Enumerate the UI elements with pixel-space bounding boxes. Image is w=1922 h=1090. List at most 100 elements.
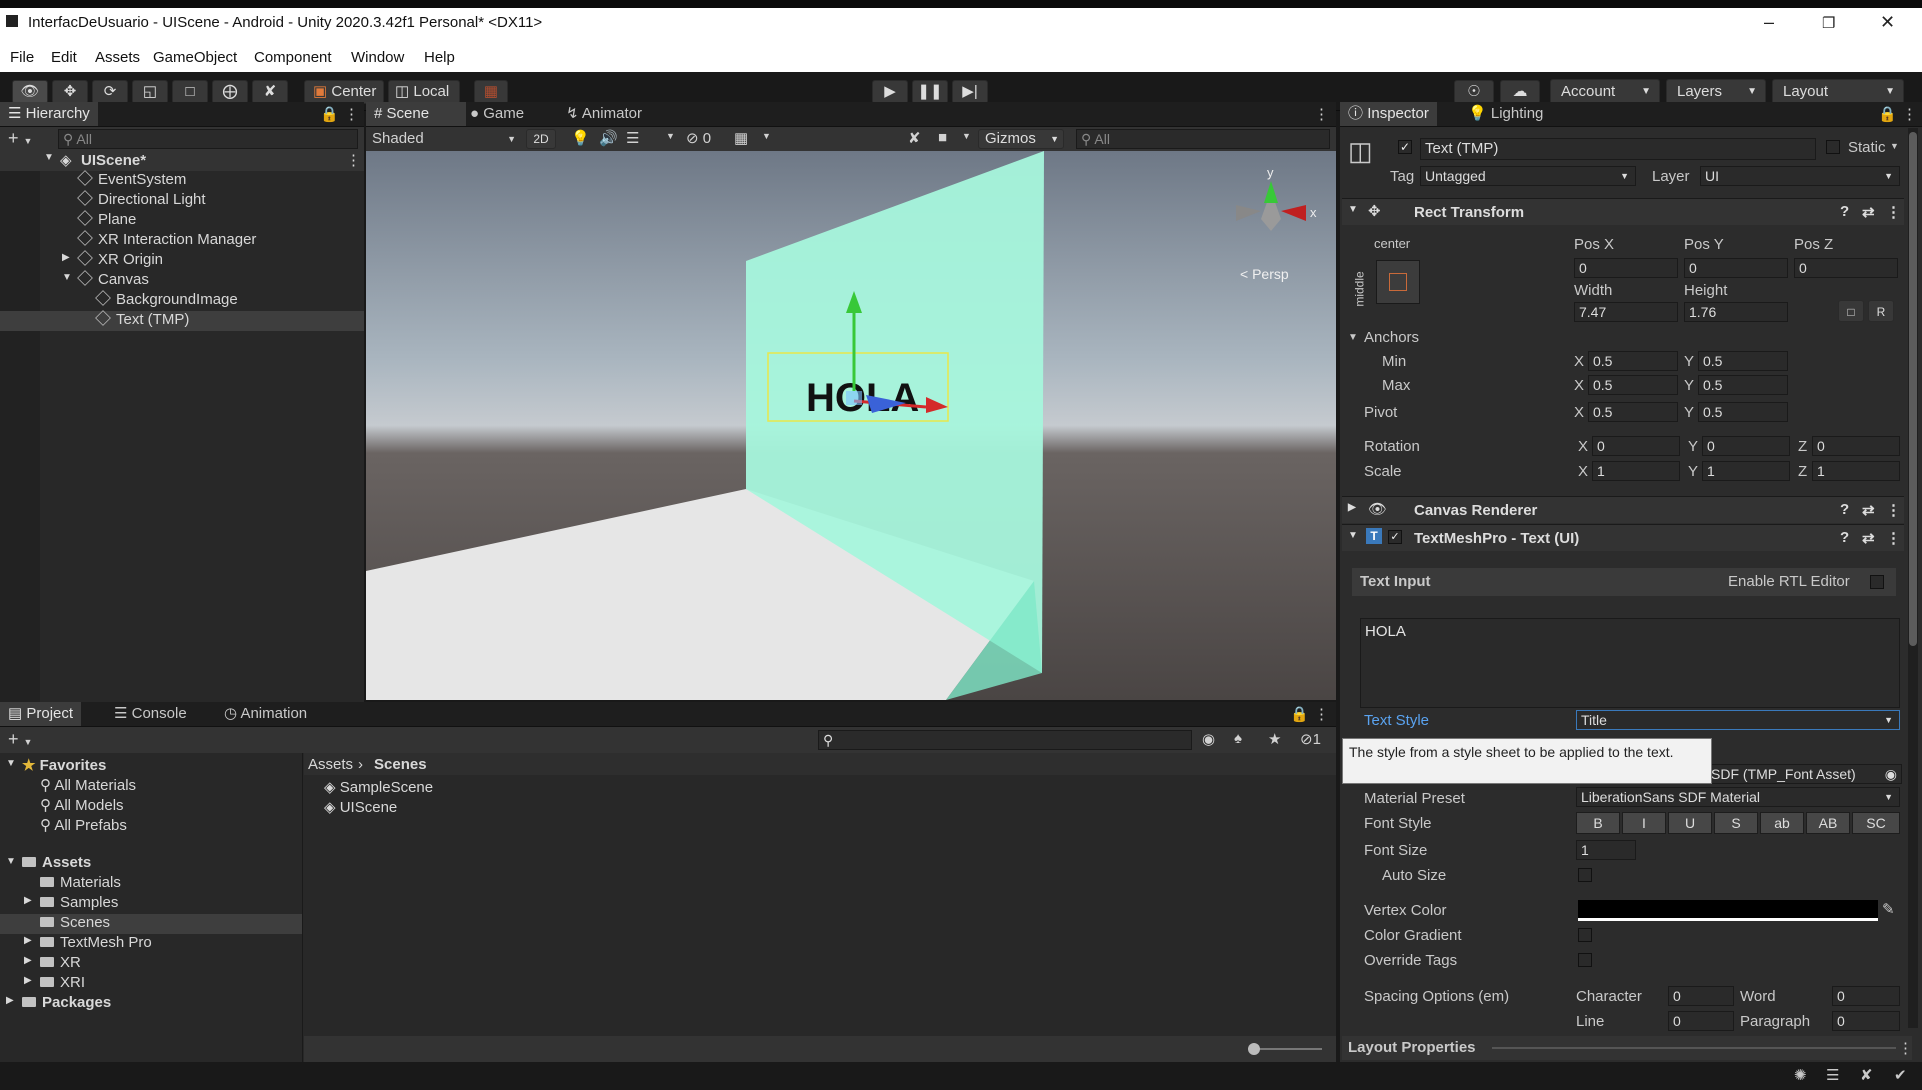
hidden-objects-icon[interactable]: ⊘ 0 bbox=[686, 129, 711, 147]
rtl-editor-checkbox[interactable] bbox=[1870, 575, 1884, 589]
tmp-enabled-checkbox[interactable]: ✓ bbox=[1388, 530, 1402, 544]
smallcaps-button[interactable]: SC bbox=[1852, 812, 1900, 834]
static-label[interactable]: Static bbox=[1848, 139, 1886, 156]
pause-button[interactable]: ❚❚ bbox=[912, 80, 948, 104]
menu-gameobject[interactable]: GameObject bbox=[153, 49, 237, 66]
step-button[interactable]: ▶| bbox=[952, 80, 988, 104]
list-item[interactable]: ◈ UIScene bbox=[324, 798, 397, 816]
list-item[interactable]: XR Interaction Manager bbox=[77, 230, 256, 248]
anchors-label[interactable]: Anchors bbox=[1364, 329, 1419, 346]
tab-hierarchy[interactable]: ☰ Hierarchy bbox=[0, 102, 98, 126]
camera-icon[interactable]: ■ bbox=[938, 129, 947, 146]
override-tags-checkbox[interactable] bbox=[1578, 953, 1592, 967]
list-item[interactable]: Directional Light bbox=[77, 190, 206, 208]
tab-console[interactable]: ☰ Console bbox=[106, 702, 195, 726]
add-button[interactable]: + ▼ bbox=[8, 128, 32, 149]
scale-tool-button[interactable]: ◱ bbox=[132, 80, 168, 104]
cloud-button[interactable]: ☁ bbox=[1500, 80, 1540, 104]
layers-icon[interactable]: ☰ bbox=[1826, 1066, 1839, 1084]
collapse-arrow-icon[interactable]: ▼ bbox=[1348, 530, 1358, 541]
static-checkbox[interactable] bbox=[1826, 140, 1840, 154]
underline-button[interactable]: U bbox=[1668, 812, 1712, 834]
list-item[interactable]: EventSystem bbox=[77, 170, 186, 188]
pos-y-input[interactable]: 0 bbox=[1684, 258, 1788, 278]
add-button[interactable]: + ▼ bbox=[8, 729, 32, 750]
anchor-max-y-input[interactable]: 0.5 bbox=[1698, 375, 1788, 395]
list-item[interactable]: ⚲ All Prefabs bbox=[40, 816, 127, 834]
grid-toggle-icon[interactable]: ▦ bbox=[734, 129, 748, 147]
paragraph-spacing-input[interactable]: 0 bbox=[1832, 1011, 1900, 1031]
anchor-max-x-input[interactable]: 0.5 bbox=[1588, 375, 1678, 395]
kebab-menu-icon[interactable]: ⋮ bbox=[344, 105, 359, 123]
expand-arrow-icon[interactable]: ▶ bbox=[24, 895, 32, 906]
grid-snap-button[interactable]: ▦ bbox=[474, 80, 508, 104]
kebab-menu-icon[interactable]: ⋮ bbox=[1902, 105, 1917, 123]
strikethrough-button[interactable]: S bbox=[1714, 812, 1758, 834]
collapse-arrow-icon[interactable]: ▼ bbox=[6, 856, 16, 867]
raw-edit-button[interactable]: R bbox=[1868, 300, 1894, 322]
lowercase-button[interactable]: ab bbox=[1760, 812, 1804, 834]
gizmos-dropdown[interactable]: Gizmos ▼ bbox=[978, 129, 1064, 149]
tmp-header[interactable]: ▼ T ✓ TextMeshPro - Text (UI) ? ⇄ ⋮ bbox=[1342, 524, 1904, 551]
line-spacing-input[interactable]: 0 bbox=[1668, 1011, 1734, 1031]
effects-icon[interactable]: ☰ bbox=[626, 129, 639, 147]
assets-row[interactable]: Assets bbox=[22, 854, 91, 871]
collapse-arrow-icon[interactable]: ▼ bbox=[1348, 204, 1358, 215]
expand-arrow-icon[interactable]: ▶ bbox=[1348, 502, 1356, 513]
hidden-packages-icon[interactable]: ⊘1 bbox=[1300, 730, 1321, 748]
filter-type-icon[interactable]: ◉ bbox=[1202, 730, 1215, 748]
layout-properties-header[interactable]: Layout Properties ⋮ bbox=[1342, 1036, 1913, 1060]
list-item[interactable]: Canvas bbox=[77, 270, 149, 288]
collapse-arrow-icon[interactable]: ▼ bbox=[62, 272, 72, 283]
anchor-min-x-input[interactable]: 0.5 bbox=[1588, 351, 1678, 371]
expand-arrow-icon[interactable]: ▶ bbox=[6, 995, 14, 1006]
active-checkbox[interactable]: ✓ bbox=[1398, 140, 1412, 154]
breadcrumb-scenes[interactable]: Scenes bbox=[374, 756, 427, 773]
scale-z-input[interactable]: 1 bbox=[1812, 461, 1900, 481]
rotation-y-input[interactable]: 0 bbox=[1702, 436, 1790, 456]
scene-viewport[interactable]: HOLA y x < Persp bbox=[366, 151, 1336, 700]
vertex-color-swatch[interactable] bbox=[1578, 900, 1878, 921]
list-item[interactable]: BackgroundImage bbox=[95, 290, 238, 308]
chevron-down-icon[interactable]: ▼ bbox=[762, 131, 771, 141]
tab-lighting[interactable]: 💡 Lighting bbox=[1460, 102, 1551, 126]
text-style-dropdown[interactable]: Title ▼ bbox=[1576, 710, 1900, 730]
scene-menu-icon[interactable]: ⋮ bbox=[346, 151, 361, 169]
anchor-presets-button[interactable] bbox=[1376, 260, 1420, 304]
menu-help[interactable]: Help bbox=[424, 49, 455, 66]
list-item[interactable]: Scenes bbox=[40, 914, 110, 931]
scale-x-input[interactable]: 1 bbox=[1592, 461, 1680, 481]
shading-dropdown[interactable]: Shaded ▼ bbox=[372, 129, 520, 149]
star-icon[interactable]: ★ bbox=[1268, 730, 1281, 748]
list-item[interactable]: ⚲ All Models bbox=[40, 796, 124, 814]
layer-dropdown[interactable]: UI ▼ bbox=[1700, 166, 1900, 186]
font-size-input[interactable]: 1 bbox=[1576, 840, 1636, 860]
preset-icon[interactable]: ⇄ bbox=[1862, 203, 1875, 221]
kebab-menu-icon[interactable]: ⋮ bbox=[1314, 105, 1329, 123]
preset-icon[interactable]: ⇄ bbox=[1862, 501, 1875, 519]
tab-project[interactable]: ▤ Project bbox=[0, 702, 82, 726]
pivot-handle-icon[interactable] bbox=[846, 391, 862, 405]
expand-arrow-icon[interactable]: ▶ bbox=[24, 955, 32, 966]
breadcrumb-assets[interactable]: Assets bbox=[308, 756, 353, 773]
inspector-scrollbar-thumb[interactable] bbox=[1909, 132, 1917, 646]
chevron-down-icon[interactable]: ▼ bbox=[962, 131, 971, 141]
list-item[interactable]: Plane bbox=[77, 210, 136, 228]
zoom-slider[interactable] bbox=[1252, 1048, 1322, 1050]
rect-tool-button[interactable]: □ bbox=[172, 80, 208, 104]
rotation-x-input[interactable]: 0 bbox=[1592, 436, 1680, 456]
list-item[interactable]: TextMesh Pro bbox=[40, 934, 152, 951]
uppercase-button[interactable]: AB bbox=[1806, 812, 1850, 834]
help-icon[interactable]: ? bbox=[1840, 501, 1849, 518]
help-icon[interactable]: ? bbox=[1840, 529, 1849, 546]
scale-y-input[interactable]: 1 bbox=[1702, 461, 1790, 481]
close-icon[interactable]: ✕ bbox=[1880, 12, 1895, 33]
menu-assets[interactable]: Assets bbox=[95, 49, 140, 66]
list-item[interactable]: Samples bbox=[40, 894, 118, 911]
bug-icon[interactable]: ✺ bbox=[1794, 1066, 1807, 1084]
height-input[interactable]: 1.76 bbox=[1684, 302, 1788, 322]
collapse-arrow-icon[interactable]: ▼ bbox=[6, 758, 16, 769]
rotate-tool-button[interactable]: ⟳ bbox=[92, 80, 128, 104]
list-item[interactable]: XR bbox=[40, 954, 81, 971]
list-item[interactable]: Text (TMP) bbox=[95, 310, 189, 328]
